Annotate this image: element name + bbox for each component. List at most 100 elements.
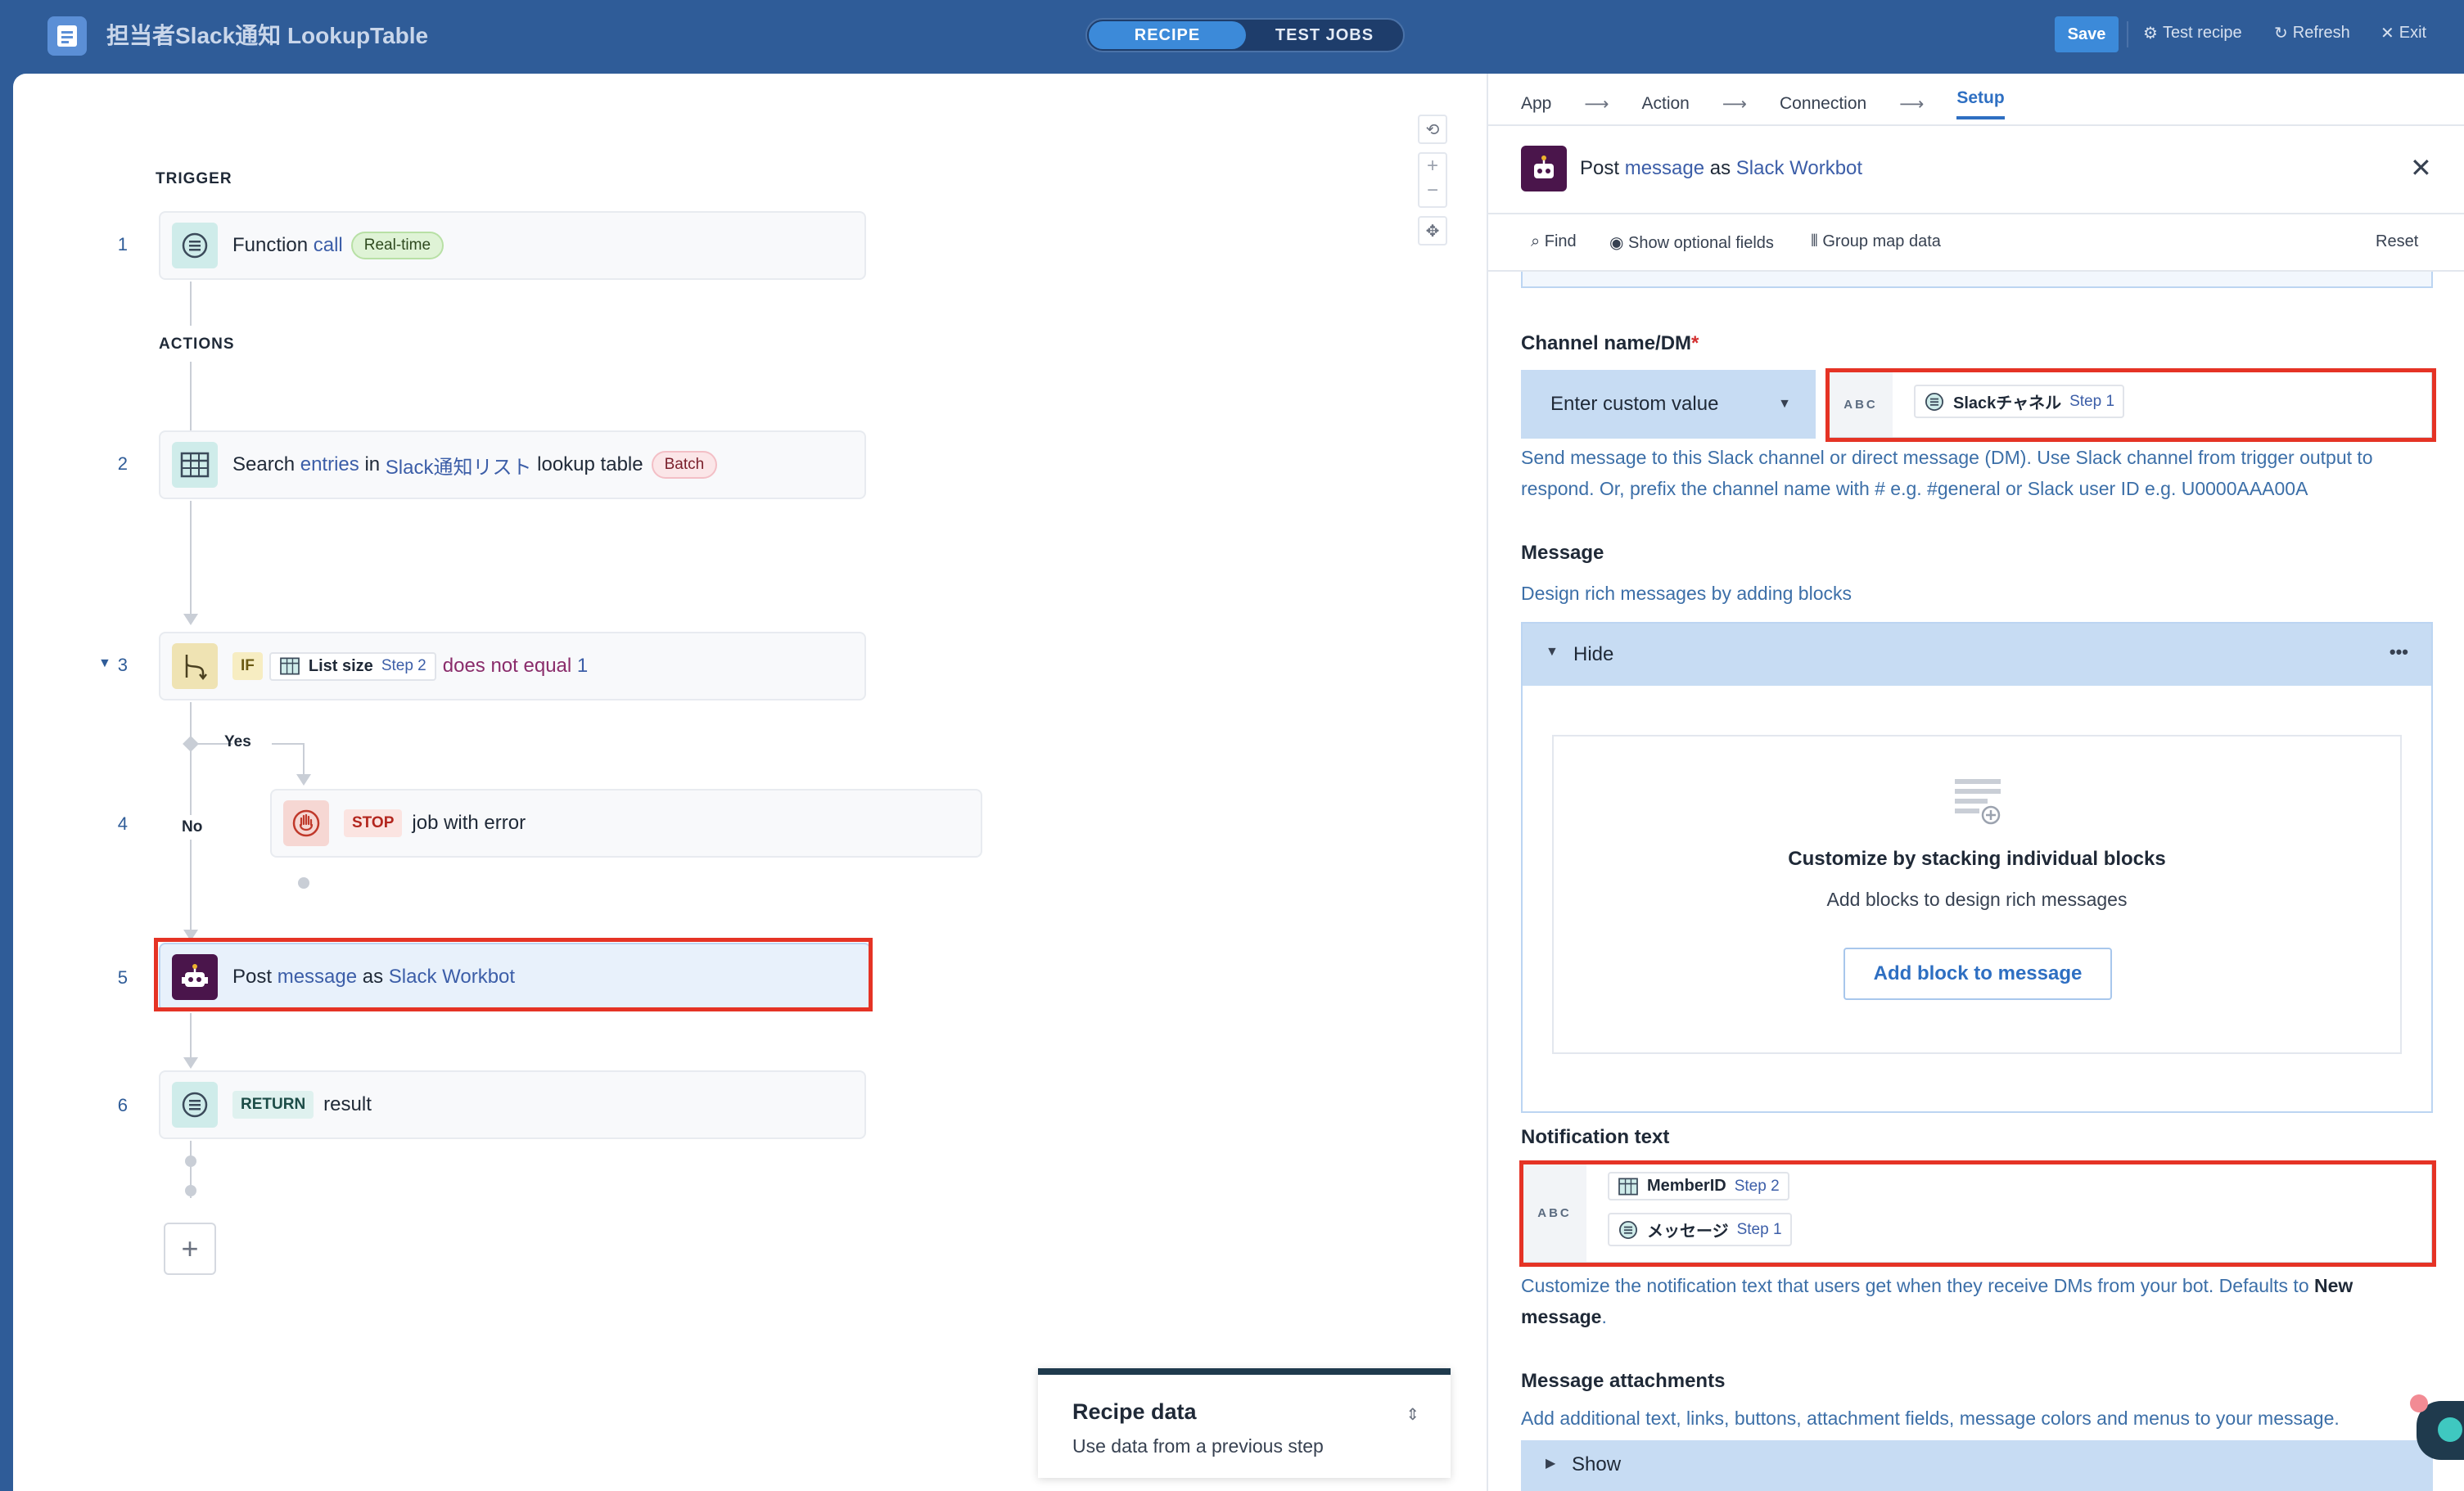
connector [190,501,192,615]
group-icon: ⦀ [1811,232,1818,250]
step-text: Function [232,234,309,256]
tab-test-jobs[interactable]: TEST JOBS [1248,21,1401,49]
datapill-step: Step 2 [381,657,426,674]
add-block-button[interactable]: Add block to message [1843,948,2112,1000]
group-map-data-button[interactable]: ⦀ Group map data [1811,232,1941,251]
crumb-connection[interactable]: Connection [1780,94,1866,114]
panel-header-title: Post message as Slack Workbot [1580,157,1862,180]
channel-label-text: Channel name/DM [1521,332,1692,354]
empty-title: Customize by stacking individual blocks [1788,848,2166,870]
add-step-button[interactable]: + [164,1223,216,1275]
refresh-label: Refresh [2292,24,2350,42]
step-link: call [313,234,343,256]
zoom-in-icon[interactable]: + [1419,154,1446,178]
step-function-call[interactable]: Function call Real-time [159,211,866,280]
notification-help-text: Customize the notification text that use… [1521,1270,2430,1332]
stop-label: STOP [344,809,403,837]
step-text: result [323,1093,372,1115]
highlight-box-notification [1519,1160,2436,1267]
step-text: Search [232,453,296,475]
reset-button[interactable]: Reset [2376,232,2418,251]
message-label: Message [1521,542,1604,564]
zoom-out-icon[interactable]: − [1419,178,1446,203]
if-label: IF [232,652,263,680]
recipe-data-subtitle: Use data from a previous step [1072,1435,1324,1457]
save-button[interactable]: Save [2055,16,2119,52]
channel-help-text: Send message to this Slack channel or di… [1521,447,2373,499]
crumb-setup[interactable]: Setup [1956,88,2005,119]
step-number: 1 [117,234,128,255]
gear-icon: ⚙ [2143,25,2158,43]
connector [272,743,305,745]
crumb-app[interactable]: App [1521,94,1551,114]
step-if-condition[interactable]: IF List size Step 2 does not equal 1 [159,632,866,700]
header-text: Post [1580,157,1620,179]
chevron-down-icon: ▼ [1778,397,1791,411]
connector [190,1013,192,1062]
refresh-button[interactable]: ↻ Refresh [2274,23,2350,43]
step-link: entries [300,453,359,475]
recipe-icon [47,16,87,56]
batch-badge: Batch [651,451,718,479]
find-label: Find [1544,232,1577,250]
hide-label: Hide [1573,643,1614,665]
assistant-launcher[interactable] [2410,1394,2464,1460]
zoom-controls: + − [1418,152,1447,208]
refresh-icon: ↻ [2274,25,2288,43]
channel-label: Channel name/DM* [1521,332,1699,355]
find-button[interactable]: ⌕ Find [1531,232,1577,251]
crumb-action[interactable]: Action [1641,94,1689,114]
step-return-result[interactable]: RETURN result [159,1070,866,1139]
caret-right-icon: ▶ [1546,1457,1556,1471]
test-recipe-label: Test recipe [2162,24,2242,42]
divider [1488,124,2464,126]
notification-dot [2410,1394,2428,1412]
header-link: message [1624,157,1705,179]
more-icon[interactable]: ••• [2390,642,2408,663]
step-stop-job[interactable]: STOP job with error [270,789,982,858]
datapill-list-size: List size Step 2 [269,651,436,681]
reset-zoom-icon[interactable]: ⟲ [1418,115,1447,144]
eye-icon: ◉ [1609,234,1624,252]
step-search-lookup[interactable]: Search entries in Slack通知リスト lookup tabl… [159,430,866,499]
exit-button[interactable]: ✕ Exit [2381,23,2426,43]
help-text: Customize the notification text that use… [1521,1275,2309,1296]
recipe-data-panel[interactable]: Recipe data Use data from a previous ste… [1038,1368,1451,1478]
attachments-help-text: Add additional text, links, buttons, att… [1521,1408,2340,1429]
arrow-right-icon: ⟶ [1722,94,1747,114]
actions-label: ACTIONS [159,336,235,353]
recipe-data-title: Recipe data [1072,1399,1197,1424]
step-number: 5 [117,967,128,988]
end-dot [185,1155,196,1167]
expand-icon[interactable]: ⇕ [1406,1404,1419,1425]
branch-icon [172,643,218,689]
fit-view-icon[interactable]: ✥ [1418,216,1447,245]
assistant-icon [2438,1417,2462,1442]
stack-blocks-icon [1952,774,2004,832]
step-number: 3 [117,655,128,675]
message-toggle-bar[interactable]: ▼ Hide ••• [1523,624,2431,686]
step-link: Slack通知リスト [385,456,532,479]
show-optional-fields-button[interactable]: ◉ Show optional fields [1609,232,1774,253]
message-blocks-section: ▼ Hide ••• Customize by stacking individ… [1521,622,2433,1113]
header-link: Slack Workbot [1735,157,1863,179]
collapsed-field [1521,272,2433,288]
step-number: 4 [117,813,128,834]
end-dot [185,1185,196,1196]
close-panel-icon[interactable]: ✕ [2410,152,2432,183]
recipe-canvas: ⟲ + − ✥ TRIGGER 1 Function call Real-time… [13,74,1487,1491]
step-text: lookup table [537,453,643,475]
step-number: 2 [117,453,128,474]
test-recipe-button[interactable]: ⚙ Test recipe [2143,23,2242,43]
show-label: Show [1572,1453,1622,1475]
end-dot [298,877,309,889]
tab-recipe[interactable]: RECIPE [1089,21,1246,49]
caret-down-icon: ▼ [1546,645,1559,659]
condition-value: 1 [576,655,589,677]
arrow-right-icon: ⟶ [1899,94,1925,114]
channel-mode-select[interactable]: Enter custom value ▼ [1521,370,1816,439]
return-label: RETURN [232,1091,314,1119]
arrow [183,1057,198,1069]
yes-label: Yes [224,733,251,750]
attachments-toggle-bar[interactable]: ▶ Show [1521,1440,2433,1491]
